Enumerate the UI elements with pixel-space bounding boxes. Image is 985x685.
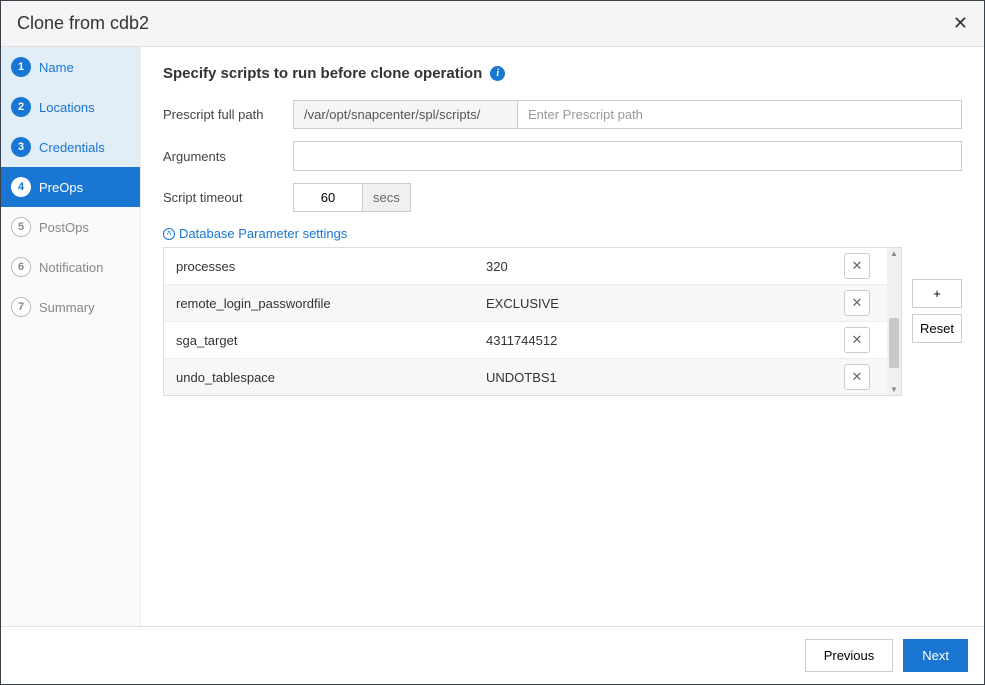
param-name[interactable]: processes (164, 251, 474, 282)
delete-param-button[interactable]: ✕ (844, 327, 870, 353)
param-row: remote_login_passwordfileEXCLUSIVE ✕ (164, 285, 887, 322)
scrollbar[interactable]: ▲ ▼ (887, 248, 901, 395)
content-panel: Specify scripts to run before clone oper… (141, 47, 984, 626)
step-number: 1 (11, 57, 31, 77)
param-name[interactable]: undo_tablespace (164, 362, 474, 393)
wizard-step-locations[interactable]: 2 Locations (1, 87, 140, 127)
step-number: 4 (11, 177, 31, 197)
chevron-up-icon: ˄ (163, 228, 175, 240)
wizard-step-name[interactable]: 1 Name (1, 47, 140, 87)
params-table: processes320✕remote_login_passwordfileEX… (164, 248, 887, 395)
param-action: ✕ (827, 285, 887, 321)
delete-param-button[interactable]: ✕ (844, 364, 870, 390)
step-label: Name (39, 60, 74, 75)
param-name[interactable]: remote_login_passwordfile (164, 288, 474, 319)
previous-button[interactable]: Previous (805, 639, 894, 672)
prescript-row: Prescript full path /var/opt/snapcenter/… (163, 100, 962, 129)
content-heading: Specify scripts to run before clone oper… (163, 65, 962, 82)
step-number: 2 (11, 97, 31, 117)
prescript-path-group: /var/opt/snapcenter/spl/scripts/ (293, 100, 962, 129)
param-action: ✕ (827, 248, 887, 284)
wizard-step-postops[interactable]: 5 PostOps (1, 207, 140, 247)
scroll-up-icon[interactable]: ▲ (887, 249, 901, 258)
step-label: Locations (39, 100, 95, 115)
prescript-input[interactable] (518, 100, 962, 129)
modal-footer: Previous Next (1, 626, 984, 684)
param-row: processes320 ✕ (164, 248, 887, 285)
param-row: sga_target4311744512 ✕ (164, 322, 887, 359)
arguments-row: Arguments (163, 141, 962, 171)
timeout-unit: secs (363, 183, 411, 212)
params-side-buttons: + Reset (912, 279, 962, 343)
close-icon[interactable]: ✕ (953, 13, 968, 34)
db-params-label: Database Parameter settings (179, 226, 347, 241)
step-number: 5 (11, 217, 31, 237)
wizard-step-preops[interactable]: 4 PreOps (1, 167, 140, 207)
step-number: 7 (11, 297, 31, 317)
step-label: Notification (39, 260, 103, 275)
timeout-row: Script timeout secs (163, 183, 962, 212)
wizard-sidebar: 1 Name 2 Locations 3 Credentials 4 PreOps 5 PostO… (1, 47, 141, 626)
wizard-step-credentials[interactable]: 3 Credentials (1, 127, 140, 167)
info-icon[interactable]: i (490, 66, 505, 81)
prescript-prefix: /var/opt/snapcenter/spl/scripts/ (293, 100, 518, 129)
heading-text: Specify scripts to run before clone oper… (163, 65, 482, 82)
wizard-step-notification[interactable]: 6 Notification (1, 247, 140, 287)
param-value[interactable]: UNDOTBS1 (474, 362, 827, 393)
delete-param-button[interactable]: ✕ (844, 290, 870, 316)
param-value[interactable]: EXCLUSIVE (474, 288, 827, 319)
next-button[interactable]: Next (903, 639, 968, 672)
timeout-input[interactable] (293, 183, 363, 212)
arguments-input[interactable] (293, 141, 962, 171)
params-area: processes320✕remote_login_passwordfileEX… (163, 247, 962, 396)
reset-params-button[interactable]: Reset (912, 314, 962, 343)
param-name[interactable]: sga_target (164, 325, 474, 356)
prescript-label: Prescript full path (163, 107, 293, 122)
step-label: PreOps (39, 180, 83, 195)
clone-modal: Clone from cdb2 ✕ 1 Name 2 Locations 3 Creden… (0, 0, 985, 685)
modal-header: Clone from cdb2 ✕ (1, 1, 984, 47)
add-param-button[interactable]: + (912, 279, 962, 308)
param-action: ✕ (827, 322, 887, 358)
step-label: Credentials (39, 140, 105, 155)
param-value[interactable]: 320 (474, 251, 827, 282)
scroll-down-icon[interactable]: ▼ (887, 385, 901, 394)
arguments-label: Arguments (163, 149, 293, 164)
wizard-step-summary[interactable]: 7 Summary (1, 287, 140, 327)
step-label: Summary (39, 300, 95, 315)
step-label: PostOps (39, 220, 89, 235)
scroll-thumb[interactable] (889, 318, 899, 368)
timeout-label: Script timeout (163, 190, 293, 205)
modal-body: 1 Name 2 Locations 3 Credentials 4 PreOps 5 PostO… (1, 47, 984, 626)
delete-param-button[interactable]: ✕ (844, 253, 870, 279)
timeout-group: secs (293, 183, 411, 212)
param-value[interactable]: 4311744512 (474, 325, 827, 356)
param-row: undo_tablespaceUNDOTBS1 ✕ (164, 359, 887, 395)
step-number: 6 (11, 257, 31, 277)
param-action: ✕ (827, 359, 887, 395)
db-params-toggle[interactable]: ˄ Database Parameter settings (163, 226, 962, 241)
modal-title: Clone from cdb2 (17, 13, 149, 34)
step-number: 3 (11, 137, 31, 157)
